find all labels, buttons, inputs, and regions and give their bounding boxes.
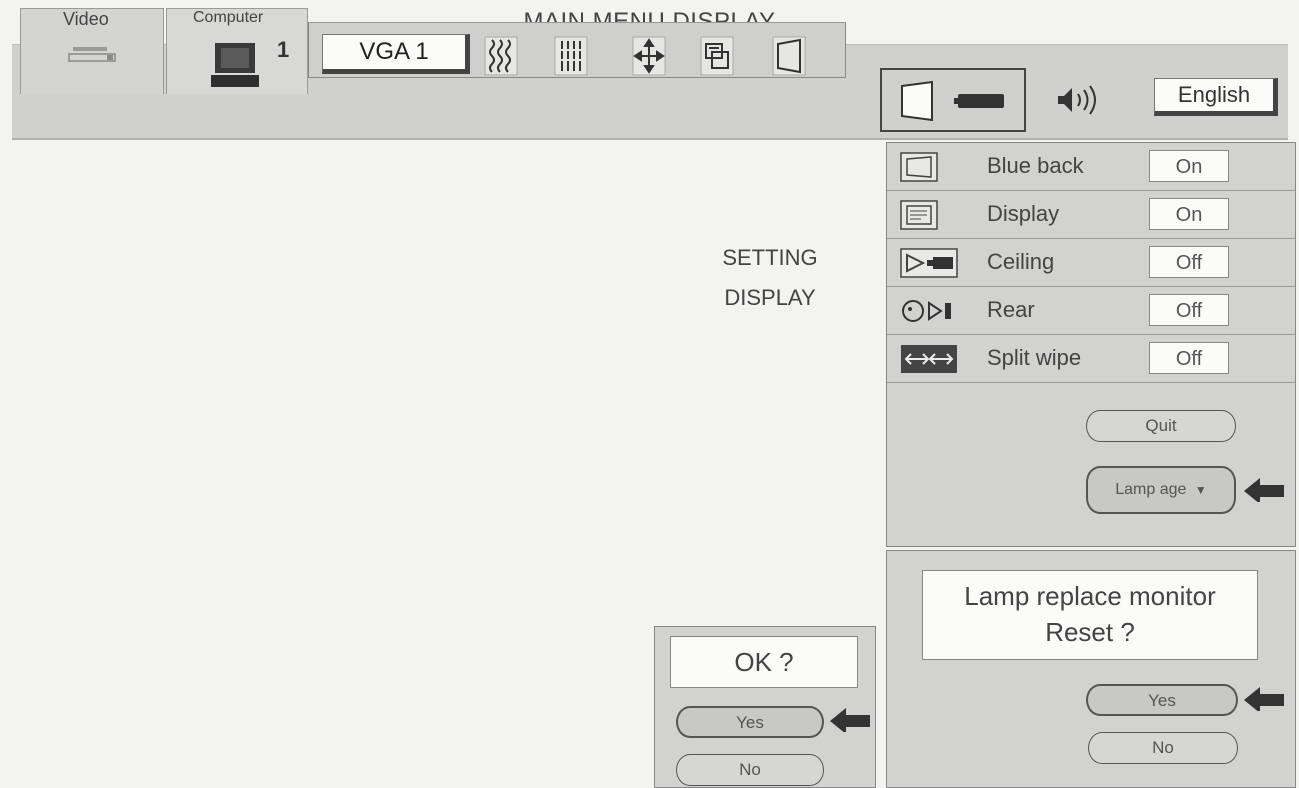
- setting-label: Blue back: [987, 153, 1084, 178]
- setting-label: Split wipe: [987, 345, 1082, 370]
- setting-menu-icon-group[interactable]: [880, 68, 1026, 132]
- setting-display-label-line2: DISPLAY: [724, 285, 816, 310]
- pointer-arrow-icon: [1244, 687, 1284, 711]
- computer-icon: [211, 43, 259, 87]
- setting-label: Ceiling: [987, 249, 1055, 274]
- setting-display-label-line1: SETTING: [722, 245, 818, 270]
- tab-computer-label: Computer: [193, 9, 264, 26]
- rear-icon: [902, 300, 951, 322]
- quit-button[interactable]: Quit: [1086, 410, 1236, 442]
- pointer-arrow-icon: [830, 708, 870, 732]
- fine-sync-icon[interactable]: [484, 36, 518, 76]
- lamp-reset-yes-button[interactable]: Yes: [1086, 684, 1238, 716]
- setting-value[interactable]: Off: [1149, 342, 1229, 374]
- position-icon[interactable]: [632, 36, 666, 76]
- setting-label: Display: [987, 201, 1060, 226]
- ok-yes-button[interactable]: Yes: [676, 706, 824, 738]
- blue-back-icon: [900, 152, 938, 182]
- lamp-age-label: Lamp age: [1115, 481, 1187, 498]
- language-selector[interactable]: English: [1154, 78, 1278, 116]
- setting-value[interactable]: On: [1149, 198, 1229, 230]
- computer-number: 1: [277, 37, 290, 62]
- source-input-field[interactable]: VGA 1: [322, 34, 470, 74]
- setting-value[interactable]: Off: [1149, 246, 1229, 278]
- screen-shape-icon: [901, 80, 933, 122]
- chevron-down-icon: ▼: [1194, 483, 1207, 497]
- split-wipe-icon: [901, 345, 957, 373]
- tab-computer[interactable]: Computer 1: [166, 8, 308, 94]
- speaker-icon[interactable]: [1054, 82, 1100, 118]
- setting-row-display[interactable]: Display On: [887, 191, 1295, 239]
- lamp-reset-line1: Lamp replace monitor: [964, 581, 1216, 611]
- setting-row-ceiling[interactable]: Ceiling Off: [887, 239, 1295, 287]
- setting-value[interactable]: On: [1149, 150, 1229, 182]
- video-connector-icon: [68, 47, 116, 62]
- picture-adjust-icon[interactable]: [700, 36, 734, 76]
- display-icon: [900, 200, 938, 230]
- screen-icon[interactable]: [772, 36, 806, 76]
- pointer-arrow-icon: [1244, 478, 1284, 502]
- lamp-reset-message: Lamp replace monitor Reset ?: [922, 570, 1258, 660]
- lamp-age-button[interactable]: Lamp age ▼: [1086, 466, 1236, 514]
- setting-row-blue-back[interactable]: Blue back On: [887, 143, 1295, 191]
- ok-no-button[interactable]: No: [676, 754, 824, 786]
- ok-confirm-message: OK ?: [670, 636, 858, 688]
- setting-label: Rear: [987, 297, 1035, 322]
- tab-video-label: Video: [63, 9, 109, 29]
- tab-video[interactable]: Video: [20, 8, 164, 94]
- ceiling-icon: [900, 248, 958, 278]
- setting-row-rear[interactable]: Rear Off: [887, 287, 1295, 335]
- setting-row-split-wipe[interactable]: Split wipe Off: [887, 335, 1295, 383]
- total-dots-icon[interactable]: [554, 36, 588, 76]
- lamp-reset-line2: Reset ?: [1045, 617, 1135, 647]
- lamp-reset-no-button[interactable]: No: [1088, 732, 1238, 764]
- projector-icon: [954, 94, 1004, 108]
- setting-value[interactable]: Off: [1149, 294, 1229, 326]
